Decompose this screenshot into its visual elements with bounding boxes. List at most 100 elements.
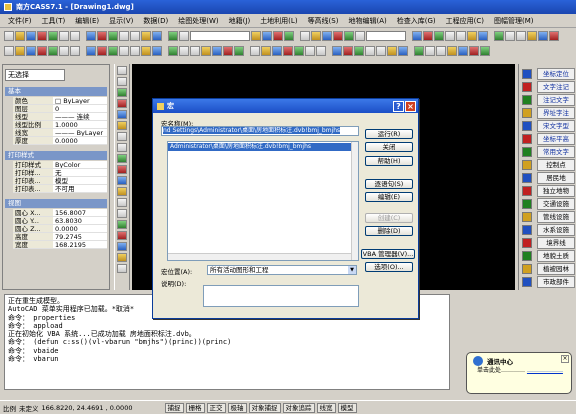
draw-tool-icon[interactable] — [117, 220, 127, 229]
toolbar-button-icon[interactable] — [538, 31, 548, 41]
draw-tool-icon[interactable] — [117, 121, 127, 130]
draw-tool-icon[interactable] — [117, 176, 127, 185]
vertical-scrollbar[interactable] — [351, 142, 358, 260]
toolbar-button-icon[interactable] — [423, 31, 433, 41]
toolbar-button-icon[interactable] — [250, 46, 260, 56]
panel-button[interactable]: 居民地 — [537, 172, 575, 184]
toolbar-button-icon[interactable] — [86, 31, 96, 41]
toolbar-button-icon[interactable] — [48, 46, 58, 56]
panel-button[interactable]: 管线设施 — [537, 211, 575, 223]
toolbar-button-icon[interactable] — [333, 31, 343, 41]
menu-item[interactable]: 检查入库(G) — [392, 16, 441, 26]
draw-tool-icon[interactable] — [117, 154, 127, 163]
close-icon[interactable]: × — [405, 101, 416, 112]
toolbar-button-icon[interactable] — [478, 31, 488, 41]
property-row[interactable]: 颜色 □ ByLayer — [13, 97, 107, 105]
toolbar-button-icon[interactable] — [480, 46, 490, 56]
status-toggle[interactable]: 对象捕捉 — [248, 402, 281, 413]
draw-tool-icon[interactable] — [117, 253, 127, 262]
status-toggle[interactable]: 捕捉 — [164, 402, 184, 413]
toolbar-button-icon[interactable] — [343, 46, 353, 56]
status-toggle[interactable]: 模型 — [337, 402, 357, 413]
dialog-button[interactable]: 编辑(E) — [365, 192, 413, 202]
toolbar-button-icon[interactable] — [261, 46, 271, 56]
property-row[interactable]: 圆心 Y... 63.8030 — [13, 217, 107, 225]
menu-item[interactable]: 工程应用(C) — [441, 16, 489, 26]
panel-button[interactable]: 独立地物 — [537, 185, 575, 197]
status-toggle[interactable]: 线宽 — [316, 402, 336, 413]
property-row[interactable]: 打印样... 无 — [13, 169, 107, 177]
toolbar-button-icon[interactable] — [4, 31, 14, 41]
property-section-header[interactable]: 视图 — [5, 199, 107, 208]
panel-button[interactable]: 宋文字型 — [537, 120, 575, 132]
toolbar-button-icon[interactable] — [37, 46, 47, 56]
toolbar-button-icon[interactable] — [119, 31, 129, 41]
toolbar-button-icon[interactable] — [283, 46, 293, 56]
layer-combo[interactable] — [190, 31, 250, 41]
layer-combo[interactable] — [366, 31, 406, 41]
toolbar-button-icon[interactable] — [425, 46, 435, 56]
draw-tool-icon[interactable] — [117, 165, 127, 174]
property-section-header[interactable]: 基本 — [5, 87, 107, 96]
property-row[interactable]: 厚度 0.0000 — [13, 137, 107, 145]
toolbar-button-icon[interactable] — [505, 31, 515, 41]
menu-item[interactable]: 工具(T) — [37, 16, 71, 26]
status-toggle[interactable]: 正交 — [206, 402, 226, 413]
toolbar-button-icon[interactable] — [300, 31, 310, 41]
horizontal-scrollbar[interactable] — [168, 253, 351, 260]
toolbar-button-icon[interactable] — [59, 31, 69, 41]
toolbar-button-icon[interactable] — [376, 46, 386, 56]
draw-tool-icon[interactable] — [117, 187, 127, 196]
help-icon[interactable]: ? — [393, 101, 404, 112]
toolbar-button-icon[interactable] — [332, 46, 342, 56]
panel-button[interactable]: 常用文字 — [537, 146, 575, 158]
property-row[interactable]: 高度 79.2745 — [13, 233, 107, 241]
toolbar-button-icon[interactable] — [447, 46, 457, 56]
macro-location-select[interactable]: 所有活动图形和工程 ▼ — [207, 265, 357, 275]
toolbar-button-icon[interactable] — [272, 46, 282, 56]
toolbar-button-icon[interactable] — [294, 46, 304, 56]
draw-tool-icon[interactable] — [117, 231, 127, 240]
toolbar-button-icon[interactable] — [26, 46, 36, 56]
property-row[interactable]: 图层 0 — [13, 105, 107, 113]
toolbar-button-icon[interactable] — [223, 46, 233, 56]
toolbar-button-icon[interactable] — [494, 31, 504, 41]
toolbar-button-icon[interactable] — [354, 46, 364, 56]
toolbar-button-icon[interactable] — [212, 46, 222, 56]
toolbar-button-icon[interactable] — [15, 31, 25, 41]
draw-tool-icon[interactable] — [117, 242, 127, 251]
menu-item[interactable]: 地物编辑(A) — [343, 16, 391, 26]
toolbar-button-icon[interactable] — [434, 31, 444, 41]
macro-list[interactable]: Administrator\桌面\房地面积标注.dvb!bmj_bmjhs — [167, 141, 359, 261]
draw-tool-icon[interactable] — [117, 209, 127, 218]
toolbar-button-icon[interactable] — [108, 46, 118, 56]
toolbar-button-icon[interactable] — [322, 31, 332, 41]
draw-tool-icon[interactable] — [117, 110, 127, 119]
toolbar-button-icon[interactable] — [398, 46, 408, 56]
panel-button[interactable]: 境界线 — [537, 237, 575, 249]
toolbar-button-icon[interactable] — [201, 46, 211, 56]
property-row[interactable]: 圆心 X... 156.8007 — [13, 209, 107, 217]
property-row[interactable]: 打印表... 模型 — [13, 177, 107, 185]
dialog-button[interactable]: 关闭 — [365, 142, 413, 152]
toolbar-button-icon[interactable] — [152, 46, 162, 56]
toolbar-button-icon[interactable] — [86, 46, 96, 56]
toolbar-button-icon[interactable] — [141, 31, 151, 41]
toolbar-button-icon[interactable] — [412, 31, 422, 41]
toolbar-button-icon[interactable] — [436, 46, 446, 56]
panel-button[interactable]: 地貌土质 — [537, 250, 575, 262]
toolbar-button-icon[interactable] — [130, 31, 140, 41]
macro-name-input[interactable]: nd Settings\Administrator\桌面\房地面积标注.dvb!… — [161, 126, 359, 136]
menu-item[interactable]: 绘图处理(W) — [173, 16, 223, 26]
toolbar-button-icon[interactable] — [179, 31, 189, 41]
toolbar-button-icon[interactable] — [262, 31, 272, 41]
panel-button[interactable]: 坐标平高 — [537, 133, 575, 145]
toolbar-button-icon[interactable] — [190, 46, 200, 56]
panel-button[interactable]: 控制点 — [537, 159, 575, 171]
toolbar-button-icon[interactable] — [414, 46, 424, 56]
toolbar-button-icon[interactable] — [344, 31, 354, 41]
property-row[interactable]: 线型比例 1.0000 — [13, 121, 107, 129]
balloon-link[interactable]: ……………… — [527, 367, 563, 374]
toolbar-button-icon[interactable] — [119, 46, 129, 56]
toolbar-button-icon[interactable] — [37, 31, 47, 41]
